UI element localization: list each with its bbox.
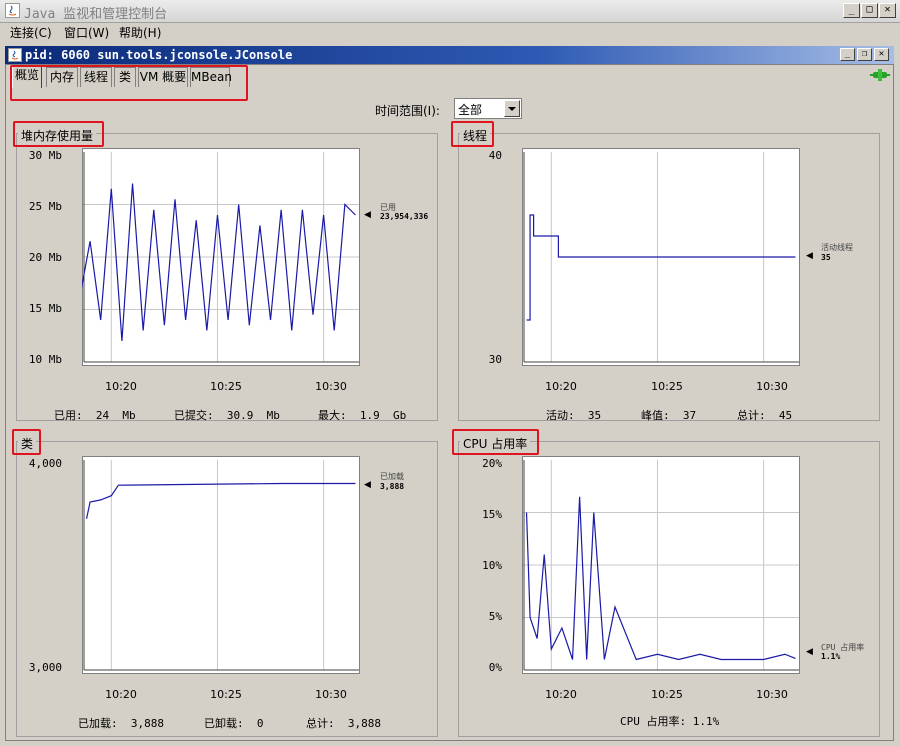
classes-marker-value: 3,888 bbox=[380, 482, 405, 491]
time-range-value: 全部 bbox=[458, 103, 483, 117]
window-title-bar: Java 监视和管理控制台 _ □ ✕ bbox=[0, 0, 900, 23]
time-range-select[interactable]: 全部 bbox=[454, 98, 522, 119]
cpu-marker-value: 1.1% bbox=[821, 652, 841, 661]
cpu-x-tick: 10:20 bbox=[545, 688, 577, 701]
java-icon bbox=[8, 48, 22, 62]
frame-minimize-button[interactable]: _ bbox=[840, 48, 855, 61]
heap-y-tick: 15 Mb bbox=[28, 302, 62, 315]
plot-area bbox=[82, 456, 360, 674]
cpu-y-tick: 10% bbox=[482, 559, 502, 572]
classes-stat-total: 总计: 3,888 bbox=[306, 717, 381, 730]
classes-marker-label: 已加载 bbox=[380, 472, 404, 481]
close-button[interactable]: ✕ bbox=[879, 3, 896, 18]
menu-connection[interactable]: 连接(C) bbox=[10, 24, 52, 41]
tab-memory[interactable]: 内存 bbox=[46, 67, 78, 87]
time-range-label: 时间范围(I): bbox=[375, 104, 440, 118]
classes-y-tick: 3,000 bbox=[28, 661, 62, 674]
heap-y-tick: 30 Mb bbox=[28, 149, 62, 162]
cpu-y-tick: 0% bbox=[488, 661, 502, 674]
classes-stat-loaded: 已加载: 3,888 bbox=[78, 717, 164, 730]
classes-x-tick: 10:30 bbox=[315, 688, 347, 701]
menu-window[interactable]: 窗口(W) bbox=[64, 24, 109, 41]
classes-chart-svg bbox=[82, 456, 360, 674]
internal-frame-title-bar: pid: 6060 sun.tools.jconsole.JConsole _ … bbox=[5, 46, 894, 64]
heap-chart-svg bbox=[82, 148, 360, 366]
cpu-panel-title: CPU 占用率 bbox=[460, 435, 531, 452]
threads-stat-total: 总计: 45 bbox=[737, 409, 793, 422]
heap-chart bbox=[82, 148, 360, 366]
cpu-y-tick: 20% bbox=[482, 457, 502, 470]
heap-y-tick: 25 Mb bbox=[28, 200, 62, 213]
classes-panel-title: 类 bbox=[18, 435, 37, 452]
threads-chart-svg bbox=[522, 148, 800, 366]
threads-marker-value: 35 bbox=[821, 253, 831, 262]
tab-threads[interactable]: 线程 bbox=[80, 67, 112, 87]
threads-y-tick: 40 bbox=[488, 149, 502, 162]
window-title: Java 监视和管理控制台 bbox=[24, 7, 168, 22]
heap-x-tick: 10:25 bbox=[210, 380, 242, 393]
classes-y-tick: 4,000 bbox=[28, 457, 62, 470]
cpu-stat-usage: CPU 占用率: 1.1% bbox=[620, 715, 720, 728]
threads-stat-live: 活动: 35 bbox=[546, 409, 602, 422]
threads-x-tick: 10:30 bbox=[756, 380, 788, 393]
threads-y-tick: 30 bbox=[488, 353, 502, 366]
cpu-x-tick: 10:25 bbox=[651, 688, 683, 701]
heap-y-tick: 10 Mb bbox=[28, 353, 62, 366]
heap-panel-title: 堆内存使用量 bbox=[18, 127, 97, 144]
cpu-y-tick: 5% bbox=[488, 610, 502, 623]
heap-x-tick: 10:30 bbox=[315, 380, 347, 393]
minimize-button[interactable]: _ bbox=[843, 3, 860, 18]
connection-status-icon bbox=[870, 68, 890, 82]
classes-x-tick: 10:20 bbox=[105, 688, 137, 701]
frame-close-button[interactable]: ✕ bbox=[874, 48, 889, 61]
tab-mbean[interactable]: MBean bbox=[190, 67, 232, 87]
frame-title: pid: 6060 sun.tools.jconsole.JConsole bbox=[25, 48, 293, 62]
cpu-x-tick: 10:30 bbox=[756, 688, 788, 701]
java-icon bbox=[5, 3, 20, 18]
threads-marker-arrow: ◀ bbox=[806, 251, 813, 261]
heap-stat-max: 最大: 1.9 Gb bbox=[318, 409, 407, 422]
cpu-y-tick: 15% bbox=[482, 508, 502, 521]
menu-help[interactable]: 帮助(H) bbox=[119, 24, 161, 41]
threads-stat-peak: 峰值: 37 bbox=[641, 409, 697, 422]
classes-chart bbox=[82, 456, 360, 674]
heap-y-tick: 20 Mb bbox=[28, 251, 62, 264]
threads-x-tick: 10:20 bbox=[545, 380, 577, 393]
heap-stat-committed: 已提交: 30.9 Mb bbox=[174, 409, 280, 422]
heap-marker-arrow: ◀ bbox=[364, 210, 371, 220]
threads-marker-label: 活动线程 bbox=[821, 243, 853, 252]
threads-x-tick: 10:25 bbox=[651, 380, 683, 393]
frame-restore-button[interactable]: ❐ bbox=[857, 48, 872, 61]
tab-overview[interactable]: 概览 bbox=[12, 65, 42, 88]
maximize-button[interactable]: □ bbox=[861, 3, 878, 18]
tab-vm-summary[interactable]: VM 概要 bbox=[138, 67, 188, 87]
classes-marker-arrow: ◀ bbox=[364, 480, 371, 490]
tab-classes[interactable]: 类 bbox=[114, 67, 136, 87]
heap-marker-value: 23,954,336 bbox=[380, 212, 429, 221]
chevron-down-icon[interactable] bbox=[504, 100, 520, 117]
threads-panel-title: 线程 bbox=[460, 127, 491, 144]
menu-bar: 连接(C) 窗口(W) 帮助(H) bbox=[0, 22, 900, 42]
heap-x-tick: 10:20 bbox=[105, 380, 137, 393]
threads-chart bbox=[522, 148, 800, 366]
cpu-marker-arrow: ◀ bbox=[806, 647, 813, 657]
cpu-chart bbox=[522, 456, 800, 674]
classes-stat-unloaded: 已卸载: 0 bbox=[204, 717, 264, 730]
heap-stat-used: 已用: 24 Mb bbox=[54, 409, 136, 422]
cpu-chart-svg bbox=[522, 456, 800, 674]
classes-x-tick: 10:25 bbox=[210, 688, 242, 701]
